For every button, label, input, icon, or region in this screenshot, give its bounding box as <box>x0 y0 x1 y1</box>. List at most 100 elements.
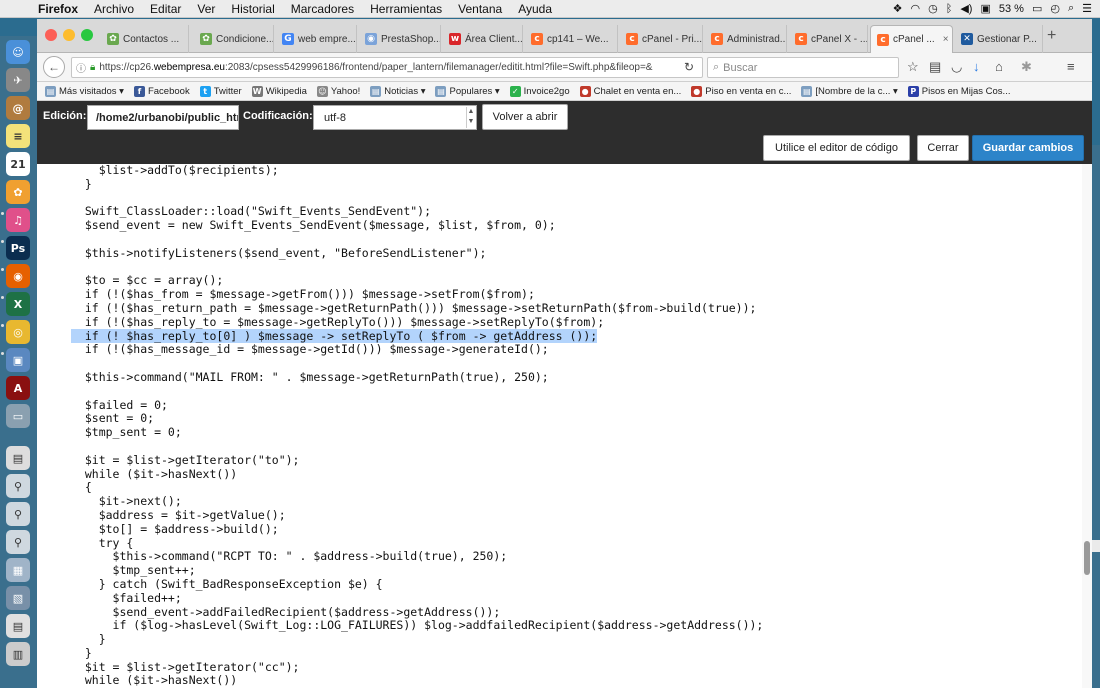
file-path-field[interactable]: /home2/urbanobi/public_html/libraries/sw… <box>87 105 239 130</box>
document-stack-icon[interactable]: ▤ <box>6 614 30 638</box>
notes-icon[interactable]: ≡ <box>6 124 30 148</box>
dropbox-icon[interactable]: ❖ <box>893 2 903 15</box>
menu-herramientas[interactable]: Herramientas <box>362 2 450 16</box>
tab-0[interactable]: ✿ Contactos ... <box>101 25 189 53</box>
tab-1[interactable]: ✿ Condicione... <box>194 25 274 53</box>
code-line-text: while ($it->hasNext()) <box>71 466 238 481</box>
extension-icon[interactable]: ✱ <box>1021 59 1032 75</box>
tab-6[interactable]: c cPanel - Pri... <box>620 25 703 53</box>
save-changes-button[interactable]: Guardar cambios <box>972 135 1084 161</box>
bookmark-star-icon[interactable]: ☆ <box>907 59 919 75</box>
search-bar[interactable]: ⌕ Buscar <box>707 57 899 78</box>
bluetooth-icon[interactable]: ᛒ <box>946 3 953 15</box>
reopen-button[interactable]: Volver a abrir <box>482 104 568 130</box>
acrobat-icon[interactable]: A <box>6 376 30 400</box>
encoding-select[interactable]: utf-8 ▲ ▼ <box>313 105 477 130</box>
new-tab-button[interactable]: + <box>1047 27 1056 45</box>
bookmark-item[interactable]: P Pisos en Mijas Cos... <box>907 85 1010 97</box>
network-bike-icon[interactable]: ⚲ <box>6 502 30 526</box>
reload-button[interactable]: ↻ <box>677 57 701 76</box>
photoshop-icon[interactable]: Ps <box>6 236 30 260</box>
notification-center-icon[interactable]: ☰ <box>1082 2 1092 15</box>
tab-3[interactable]: ◉ PrestaShop... <box>359 25 441 53</box>
download-icon[interactable]: ↓ <box>973 59 980 74</box>
network-bike-icon[interactable]: ⚲ <box>6 530 30 554</box>
bookmark-item[interactable]: ● Piso en venta en c... <box>691 85 791 97</box>
tab-5[interactable]: c cp141 – We... <box>525 25 618 53</box>
menu-editar[interactable]: Editar <box>142 2 189 16</box>
close-window-button[interactable] <box>45 29 57 41</box>
time-machine-icon[interactable]: ◷ <box>928 2 938 15</box>
tab-2[interactable]: Gweb empre... <box>276 25 357 53</box>
tab-9[interactable]: c cPanel ... × <box>870 25 953 53</box>
menu-ayuda[interactable]: Ayuda <box>510 2 560 16</box>
menu-historial[interactable]: Historial <box>223 2 282 16</box>
bookmark-item[interactable]: ● Chalet en venta en... <box>579 85 681 97</box>
preview-icon[interactable]: ▣ <box>6 348 30 372</box>
folder-window-icon[interactable]: ▦ <box>6 558 30 582</box>
itunes-icon[interactable]: ♫ <box>6 208 30 232</box>
bookmark-item[interactable]: f Facebook <box>133 85 190 97</box>
battery-percent[interactable]: 53 % <box>999 3 1024 15</box>
display-icon[interactable]: ▣ <box>980 2 990 15</box>
menu-marcadores[interactable]: Marcadores <box>283 2 362 16</box>
hamburger-menu-icon[interactable]: ≡ <box>1067 59 1075 74</box>
close-tab-icon[interactable]: × <box>943 34 949 45</box>
code-editor-textarea[interactable]: $list->addTo($recipients); } Swift_Class… <box>37 164 1092 688</box>
menu-ventana[interactable]: Ventana <box>450 2 510 16</box>
trash-icon[interactable]: ▥ <box>6 642 30 666</box>
spotlight-search-icon[interactable]: ⌕ <box>1068 2 1074 15</box>
cpanel-favicon-icon: c <box>626 33 638 45</box>
menu-app-name[interactable]: Firefox <box>30 2 86 16</box>
launchpad-icon[interactable]: ✈ <box>6 68 30 92</box>
chrome-icon[interactable]: ◎ <box>6 320 30 344</box>
finder-icon[interactable]: ☺ <box>6 40 30 64</box>
bookmark-item[interactable]: W Wikipedia <box>251 85 307 97</box>
code-line: $send_event = new Swift_Events_SendEvent… <box>71 218 763 233</box>
bookmark-item[interactable]: ▤ Noticias ▾ <box>370 85 425 97</box>
firefox-icon[interactable]: ◉ <box>6 264 30 288</box>
code-line: $sent = 0; <box>71 411 763 426</box>
bookmark-item[interactable]: ✓ Invoice2go <box>509 85 570 97</box>
pocket-icon[interactable]: ◡ <box>951 59 962 75</box>
bookmark-item[interactable]: ▤ Más visitados ▾ <box>45 85 124 97</box>
tab-10[interactable]: ✕ Gestionar P... <box>955 25 1043 53</box>
contacts-icon[interactable]: @ <box>6 96 30 120</box>
zoom-window-button[interactable] <box>81 29 93 41</box>
tab-4[interactable]: w Área Client... <box>443 25 523 53</box>
image-capture-icon[interactable]: ▭ <box>6 404 30 428</box>
calendar-icon[interactable]: 21 <box>6 152 30 176</box>
reading-list-icon[interactable]: ▤ <box>929 59 941 75</box>
tab-8[interactable]: c cPanel X - ... <box>789 25 868 53</box>
bookmark-item[interactable]: ▤ [Nombre de la c... ▾ <box>801 85 898 97</box>
bookmark-item[interactable]: ▤ Populares ▾ <box>435 85 500 97</box>
vertical-scrollbar[interactable] <box>1082 164 1092 688</box>
code-line: $failed = 0; <box>71 398 763 413</box>
bookmark-item[interactable]: t Twitter <box>199 85 242 97</box>
use-code-editor-button[interactable]: Utilice el editor de código <box>763 135 910 161</box>
close-button[interactable]: Cerrar <box>917 135 969 161</box>
url-bar[interactable]: ⓘ 🔒︎ https://cp26.webempresa.eu:2083/cps… <box>71 57 703 78</box>
code-text[interactable]: $list->addTo($recipients); } Swift_Class… <box>71 164 763 688</box>
photos-icon[interactable]: ✿ <box>6 180 30 204</box>
code-line: $to[] = $address->build(); <box>71 522 763 537</box>
screenshot-icon[interactable]: ▧ <box>6 586 30 610</box>
network-bike-icon[interactable]: ⚲ <box>6 474 30 498</box>
volume-icon[interactable]: ◀) <box>960 2 972 15</box>
bookmark-item[interactable]: ☺ Yahoo! <box>316 85 360 97</box>
wifi-icon[interactable]: ◠ <box>911 2 921 15</box>
back-button[interactable]: ← <box>43 56 65 78</box>
document-icon[interactable]: ▤ <box>6 446 30 470</box>
tab-7[interactable]: c Administrad... <box>705 25 787 53</box>
minimize-window-button[interactable] <box>63 29 75 41</box>
excel-icon[interactable]: X <box>6 292 30 316</box>
lock-icon[interactable]: 🔒︎ <box>90 62 95 73</box>
menu-archivo[interactable]: Archivo <box>86 2 142 16</box>
clock-icon[interactable]: ◴ <box>1050 2 1060 15</box>
battery-icon[interactable]: ▭ <box>1032 2 1042 15</box>
scrollbar-thumb[interactable] <box>1084 541 1090 575</box>
home-icon[interactable]: ⌂ <box>995 59 1003 74</box>
menu-ver[interactable]: Ver <box>189 2 223 16</box>
info-icon[interactable]: ⓘ <box>76 60 86 75</box>
bookmark-label: Populares ▾ <box>449 85 500 97</box>
